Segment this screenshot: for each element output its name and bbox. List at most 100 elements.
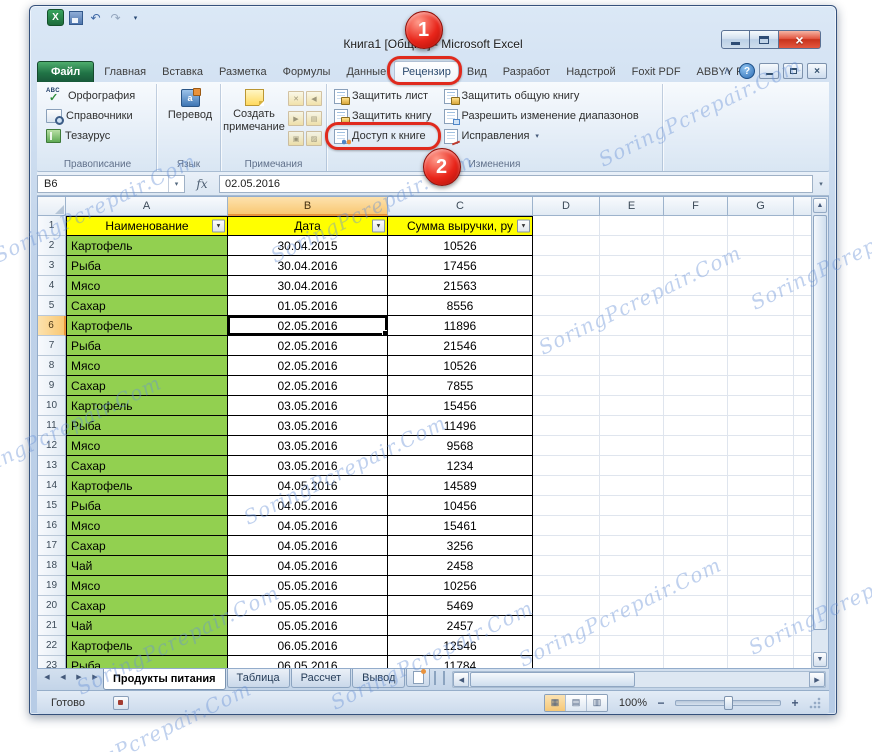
- cell-f8[interactable]: [664, 356, 728, 376]
- cell-a17[interactable]: Сахар: [66, 536, 228, 556]
- macro-record-icon[interactable]: [112, 695, 129, 710]
- row-header-7[interactable]: 7: [38, 336, 66, 356]
- cell-filler-7[interactable]: [794, 336, 811, 356]
- last-sheet-icon[interactable]: ▶: [87, 669, 103, 685]
- workbook-close-icon[interactable]: ×: [807, 63, 827, 79]
- cell-a15[interactable]: Рыба: [66, 496, 228, 516]
- cell-g10[interactable]: [728, 396, 794, 416]
- cell-b7[interactable]: 02.05.2016: [228, 336, 388, 356]
- cell-e18[interactable]: [600, 556, 664, 576]
- cell-f12[interactable]: [664, 436, 728, 456]
- cell-f18[interactable]: [664, 556, 728, 576]
- cell-filler-2[interactable]: [794, 236, 811, 256]
- previous-sheet-icon[interactable]: ◀: [55, 669, 71, 685]
- tab-split-handle[interactable]: [434, 671, 446, 685]
- cell-c6[interactable]: 11896: [388, 316, 533, 336]
- cell-e6[interactable]: [600, 316, 664, 336]
- view-normal-button[interactable]: ▦: [545, 694, 566, 711]
- cell-filler-17[interactable]: [794, 536, 811, 556]
- ribbon-tab-formulas[interactable]: Формулы: [275, 61, 339, 82]
- row-header-9[interactable]: 9: [38, 376, 66, 396]
- next-sheet-icon[interactable]: ▶: [71, 669, 87, 685]
- cell-d11[interactable]: [533, 416, 600, 436]
- cell-b17[interactable]: 04.05.2016: [228, 536, 388, 556]
- thesaurus-button[interactable]: Тезаурус: [43, 126, 152, 146]
- track-changes-button[interactable]: Исправления ▾: [441, 126, 642, 146]
- cell-g5[interactable]: [728, 296, 794, 316]
- cell-d12[interactable]: [533, 436, 600, 456]
- cell-filler-15[interactable]: [794, 496, 811, 516]
- cell-f17[interactable]: [664, 536, 728, 556]
- cell-e2[interactable]: [600, 236, 664, 256]
- cell-b11[interactable]: 03.05.2016: [228, 416, 388, 436]
- cell-d1[interactable]: [533, 216, 600, 236]
- cell-d21[interactable]: [533, 616, 600, 636]
- cell-filler-10[interactable]: [794, 396, 811, 416]
- spelling-button[interactable]: Орфография: [43, 86, 152, 106]
- cell-b13[interactable]: 03.05.2016: [228, 456, 388, 476]
- cell-d6[interactable]: [533, 316, 600, 336]
- cell-a4[interactable]: Мясо: [66, 276, 228, 296]
- zoom-out-button[interactable]: −: [654, 696, 668, 710]
- cell-b16[interactable]: 04.05.2016: [228, 516, 388, 536]
- scroll-down-icon[interactable]: ▼: [813, 652, 827, 667]
- cell-filler-1[interactable]: [794, 216, 811, 236]
- name-box-dropdown-icon[interactable]: ▾: [168, 175, 184, 192]
- row-header-12[interactable]: 12: [38, 436, 66, 456]
- cell-g16[interactable]: [728, 516, 794, 536]
- scroll-right-icon[interactable]: ▶: [809, 672, 825, 687]
- cell-f23[interactable]: [664, 656, 728, 668]
- cell-c12[interactable]: 9568: [388, 436, 533, 456]
- cell-b14[interactable]: 04.05.2016: [228, 476, 388, 496]
- cell-filler-23[interactable]: [794, 656, 811, 668]
- cell-a9[interactable]: Сахар: [66, 376, 228, 396]
- cell-filler-18[interactable]: [794, 556, 811, 576]
- cell-b3[interactable]: 30.04.2016: [228, 256, 388, 276]
- first-sheet-icon[interactable]: ◀: [39, 669, 55, 685]
- cell-c15[interactable]: 10456: [388, 496, 533, 516]
- cell-b22[interactable]: 06.05.2016: [228, 636, 388, 656]
- view-page-layout-button[interactable]: ▤: [566, 694, 587, 711]
- cell-f11[interactable]: [664, 416, 728, 436]
- ribbon-tab-data[interactable]: Данные: [338, 61, 394, 82]
- cell-b15[interactable]: 04.05.2016: [228, 496, 388, 516]
- cell-b23[interactable]: 06.05.2016: [228, 656, 388, 668]
- cell-f14[interactable]: [664, 476, 728, 496]
- cell-filler-6[interactable]: [794, 316, 811, 336]
- cell-g7[interactable]: [728, 336, 794, 356]
- cell-d23[interactable]: [533, 656, 600, 668]
- cell-b6[interactable]: 02.05.2016: [228, 316, 388, 336]
- cell-filler-14[interactable]: [794, 476, 811, 496]
- cell-c18[interactable]: 2458: [388, 556, 533, 576]
- ribbon-tab-view[interactable]: Вид: [459, 61, 495, 82]
- cell-g12[interactable]: [728, 436, 794, 456]
- scroll-left-icon[interactable]: ◀: [453, 672, 470, 687]
- cell-g4[interactable]: [728, 276, 794, 296]
- cell-c7[interactable]: 21546: [388, 336, 533, 356]
- row-header-5[interactable]: 5: [38, 296, 66, 316]
- cell-b21[interactable]: 05.05.2016: [228, 616, 388, 636]
- delete-comment-icon[interactable]: ✕: [288, 91, 304, 106]
- cell-e1[interactable]: [600, 216, 664, 236]
- cell-a10[interactable]: Картофель: [66, 396, 228, 416]
- ribbon-tab-page-layout[interactable]: Разметка: [211, 61, 275, 82]
- cell-d7[interactable]: [533, 336, 600, 356]
- formula-input[interactable]: 02.05.2016: [219, 174, 813, 193]
- cell-a8[interactable]: Мясо: [66, 356, 228, 376]
- cell-f1[interactable]: [664, 216, 728, 236]
- cell-a3[interactable]: Рыба: [66, 256, 228, 276]
- zoom-in-button[interactable]: +: [788, 696, 802, 710]
- cell-e13[interactable]: [600, 456, 664, 476]
- cell-f22[interactable]: [664, 636, 728, 656]
- cell-d3[interactable]: [533, 256, 600, 276]
- cell-f6[interactable]: [664, 316, 728, 336]
- cell-a13[interactable]: Сахар: [66, 456, 228, 476]
- cell-f20[interactable]: [664, 596, 728, 616]
- sheet-tab-food-products[interactable]: Продукты питания: [103, 669, 226, 690]
- column-header-a[interactable]: A: [66, 197, 228, 216]
- zoom-level[interactable]: 100%: [615, 697, 647, 709]
- protect-shared-workbook-button[interactable]: Защитить общую книгу: [441, 86, 642, 106]
- protect-sheet-button[interactable]: Защитить лист: [331, 86, 435, 106]
- cell-c9[interactable]: 7855: [388, 376, 533, 396]
- cell-d9[interactable]: [533, 376, 600, 396]
